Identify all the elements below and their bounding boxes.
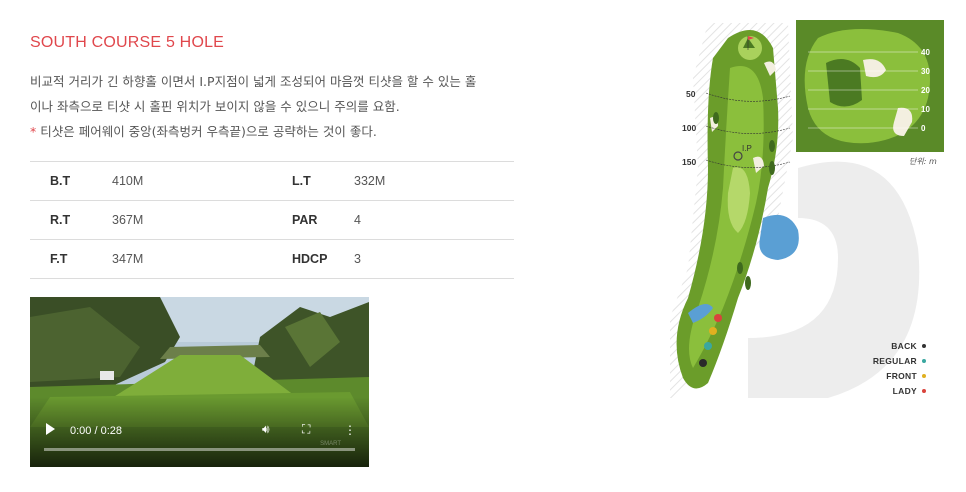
stat-key: R.T bbox=[50, 213, 71, 227]
green-scale-label: 20 bbox=[921, 86, 930, 95]
stats-row: B.T 410M L.T 332M bbox=[30, 162, 514, 201]
stat-value: 347M bbox=[112, 252, 144, 266]
stats-row: R.T 367M PAR 4 bbox=[30, 201, 514, 240]
stat-value: 4 bbox=[354, 213, 361, 227]
legend-label: LADY bbox=[892, 385, 917, 396]
stat-value: 3 bbox=[354, 252, 361, 266]
legend-label: FRONT bbox=[886, 370, 917, 381]
video-time: 0:00 / 0:28 bbox=[70, 425, 122, 437]
video-progress-bar[interactable] bbox=[44, 448, 355, 451]
stats-row: F.T 347M HDCP 3 bbox=[30, 240, 514, 279]
tee-legend: BACK REGULAR FRONT LADY bbox=[850, 338, 926, 398]
front-tee-marker bbox=[709, 327, 717, 335]
stat-key: B.T bbox=[50, 174, 71, 188]
stat-key: L.T bbox=[292, 174, 311, 188]
hole-stats-table: B.T 410M L.T 332M R.T 367M PAR 4 F.T 347M HDC… bbox=[30, 161, 514, 279]
lady-tee-marker bbox=[714, 314, 722, 322]
legend-item-regular: REGULAR bbox=[850, 353, 926, 368]
stat-key: HDCP bbox=[292, 252, 328, 266]
distance-mark: 150 bbox=[682, 157, 696, 167]
volume-icon[interactable]: 🔊︎ bbox=[262, 422, 270, 437]
legend-dot-icon bbox=[922, 373, 926, 378]
legend-item-back: BACK bbox=[850, 338, 926, 353]
legend-item-lady: LADY bbox=[850, 383, 926, 398]
distance-mark: 50 bbox=[686, 89, 696, 99]
description-line: 비교적 거리가 긴 하향홀 이면서 I.P지점이 넓게 조성되어 마음껏 티샷을… bbox=[30, 74, 477, 89]
green-scale-label: 0 bbox=[921, 124, 926, 133]
fullscreen-icon[interactable]: ⛶ bbox=[302, 422, 310, 437]
play-icon[interactable] bbox=[46, 423, 55, 435]
legend-dot-icon bbox=[922, 388, 926, 393]
course-video-player[interactable]: 0:00 / 0:28 🔊︎ ⛶ ⋮ SMART bbox=[30, 297, 369, 467]
note-text: 티샷은 페어웨이 중앙(좌측벙커 우측끝)으로 공략하는 것이 좋다. bbox=[36, 124, 377, 139]
stat-value: 367M bbox=[112, 213, 144, 227]
video-watermark: SMART bbox=[320, 441, 341, 447]
strategy-note: * 티샷은 페어웨이 중앙(좌측벙커 우측끝)으로 공략하는 것이 좋다. bbox=[30, 119, 520, 144]
course-description: 비교적 거리가 긴 하향홀 이면서 I.P지점이 넓게 조성되어 마음껏 티샷을… bbox=[30, 69, 520, 144]
legend-dot-icon bbox=[922, 358, 926, 363]
regular-tee-marker bbox=[704, 342, 712, 350]
stat-value: 332M bbox=[354, 174, 386, 188]
legend-dot-icon bbox=[922, 343, 926, 348]
stat-key: F.T bbox=[50, 252, 68, 266]
unit-label: 단위: m bbox=[909, 157, 937, 166]
ip-marker-label: I.P bbox=[742, 144, 752, 153]
legend-label: REGULAR bbox=[872, 355, 917, 366]
green-scale-label: 30 bbox=[921, 67, 930, 76]
course-title: SOUTH COURSE 5 HOLE bbox=[30, 34, 225, 51]
description-line: 이나 좌측으로 티샷 시 홀핀 위치가 보이지 않을 수 있으니 주의를 요함. bbox=[30, 99, 400, 114]
back-tee-marker bbox=[699, 359, 707, 367]
legend-item-front: FRONT bbox=[850, 368, 926, 383]
more-options-icon[interactable]: ⋮ bbox=[344, 423, 356, 437]
green-scale-label: 40 bbox=[921, 48, 930, 57]
distance-mark: 100 bbox=[682, 123, 696, 133]
stat-value: 410M bbox=[112, 174, 144, 188]
legend-label: BACK bbox=[891, 340, 917, 351]
green-scale-label: 10 bbox=[921, 105, 930, 114]
stat-key: PAR bbox=[292, 213, 318, 227]
